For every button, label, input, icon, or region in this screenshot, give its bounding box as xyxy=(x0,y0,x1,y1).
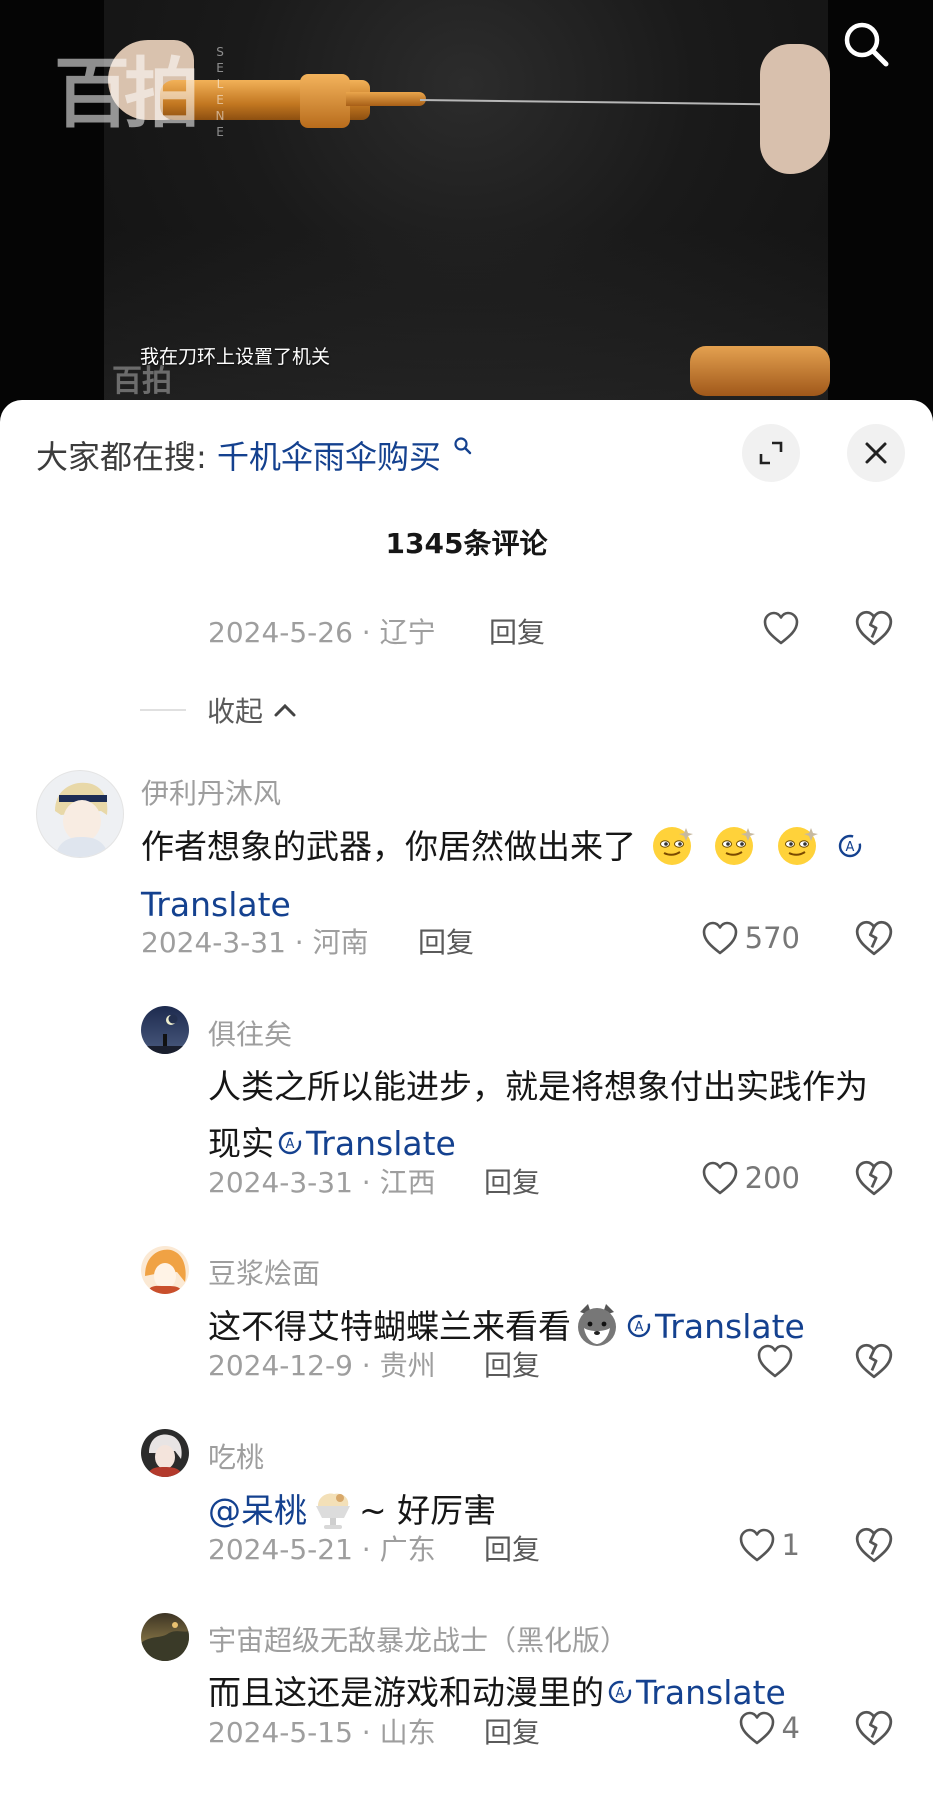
reply-button[interactable]: 回复 xyxy=(484,1344,540,1384)
expand-icon xyxy=(759,441,783,465)
video-watermark-side-text: SELENE xyxy=(215,45,225,139)
like-button[interactable]: 570 xyxy=(640,918,800,958)
reply-username[interactable]: 宇宙超级无敌暴龙战士（黑化版） xyxy=(208,1619,628,1659)
collapse-label: 收起 xyxy=(207,695,264,728)
svg-text:A: A xyxy=(286,1137,295,1152)
video-second-handle xyxy=(690,346,830,396)
translate-icon: A xyxy=(838,834,862,857)
previous-reply-button[interactable]: 回复 xyxy=(489,611,545,651)
dislike-icon[interactable] xyxy=(854,1708,894,1748)
smirk-emoji-icon xyxy=(777,826,818,865)
avatar[interactable] xyxy=(141,1613,189,1661)
dislike-icon[interactable] xyxy=(854,1158,894,1198)
avatar[interactable] xyxy=(141,1246,189,1294)
translate-icon: A xyxy=(627,1314,651,1337)
translate-link[interactable]: A Translate xyxy=(604,1673,786,1712)
avatar-moon-image xyxy=(141,1014,189,1054)
like-count: 570 xyxy=(744,921,800,955)
reply-username[interactable]: 吃桃 xyxy=(208,1436,264,1476)
dislike-icon[interactable] xyxy=(854,608,894,648)
reply-username[interactable]: 豆浆烩面 xyxy=(208,1252,320,1292)
translate-label: Translate xyxy=(306,1124,456,1163)
dislike-icon[interactable] xyxy=(854,918,894,958)
previous-like-button[interactable] xyxy=(700,608,800,648)
search-icon xyxy=(844,22,889,67)
svg-text:A: A xyxy=(616,1686,625,1701)
search-icon xyxy=(454,437,472,455)
translate-label: Translate xyxy=(636,1673,786,1712)
like-count: 1 xyxy=(781,1528,800,1562)
comment-count-title: 1345条评论 xyxy=(385,527,548,560)
dislike-icon[interactable] xyxy=(854,1341,894,1381)
avatar-anime-image xyxy=(145,1249,186,1294)
smirk-emoji-icon xyxy=(652,826,693,865)
search-button[interactable] xyxy=(838,16,894,72)
reply-date-location: 2024-3-31 · 江西 xyxy=(208,1166,436,1199)
translate-link[interactable]: A Translate xyxy=(274,1124,456,1163)
heart-icon xyxy=(739,1711,774,1745)
reply-date-location: 2024-12-9 · 贵州 xyxy=(208,1349,436,1382)
heart-icon xyxy=(757,1344,793,1378)
previous-date-location: 2024-5-26 · 辽宁 xyxy=(208,616,436,649)
video-blade-tip xyxy=(346,92,426,106)
chevron-up-icon xyxy=(274,703,296,717)
reply-body: 而且这还是游戏和动漫里的 xyxy=(208,1673,604,1712)
video-subtitle: 我在刀环上设置了机关 xyxy=(140,346,331,368)
reply-date-location: 2024-5-15 · 山东 xyxy=(208,1716,436,1749)
close-button[interactable] xyxy=(847,424,905,482)
avatar[interactable] xyxy=(141,1429,189,1477)
avatar[interactable] xyxy=(141,1006,189,1054)
reply-date-location: 2024-5-21 · 广东 xyxy=(208,1533,436,1566)
husky-emoji-icon xyxy=(578,1303,616,1346)
collapse-divider xyxy=(140,709,186,711)
like-button[interactable] xyxy=(700,1341,800,1381)
like-button[interactable]: 4 xyxy=(700,1708,800,1748)
video-watermark-logo: 百拍 xyxy=(54,49,200,138)
heart-icon xyxy=(702,1161,737,1195)
mention-link[interactable]: @呆桃 xyxy=(208,1491,307,1530)
like-button[interactable]: 1 xyxy=(700,1525,800,1565)
avatar-portrait xyxy=(55,782,109,857)
collapse-button[interactable]: 收起 xyxy=(207,690,298,730)
svg-text:A: A xyxy=(635,1320,644,1335)
hot-search-prefix: 大家都在搜: xyxy=(36,438,207,476)
heart-icon xyxy=(763,611,799,645)
reply-body: ~ 好厉害 xyxy=(359,1491,497,1530)
svg-text:A: A xyxy=(846,840,855,855)
like-button[interactable]: 200 xyxy=(640,1158,800,1198)
close-icon xyxy=(865,442,887,464)
hot-search-bar[interactable]: 大家都在搜: 千机伞雨伞购买 xyxy=(36,432,473,478)
comment-username[interactable]: 伊利丹沐风 xyxy=(141,772,281,812)
video-blade-guard xyxy=(300,74,350,128)
video-hand-right xyxy=(760,44,830,174)
like-count: 4 xyxy=(781,1711,800,1745)
reply-text: 人类之所以能进步，就是将想象付出实践作为现实 A Translate xyxy=(208,1058,888,1172)
translate-label: Translate xyxy=(141,884,291,924)
heart-icon xyxy=(702,921,737,955)
like-count: 200 xyxy=(744,1161,800,1195)
reply-button[interactable]: 回复 xyxy=(484,1528,540,1568)
reply-username[interactable]: 俱往矣 xyxy=(208,1013,292,1053)
ice-cream-emoji-icon xyxy=(316,1493,350,1529)
translate-icon: A xyxy=(278,1131,302,1154)
smirk-emoji-icon xyxy=(715,826,755,865)
comment-text: 作者想象的武器，你居然做出来了 A Translate xyxy=(141,818,891,933)
reply-button[interactable]: 回复 xyxy=(484,1161,540,1201)
reply-button[interactable]: 回复 xyxy=(484,1711,540,1751)
comment-body: 作者想象的武器，你居然做出来了 xyxy=(141,827,636,866)
avatar-character-image xyxy=(147,1434,183,1477)
video-player[interactable]: 百拍 SELENE 百拍 我在刀环上设置了机关 xyxy=(0,0,933,420)
reply-body: 这不得艾特蝴蝶兰来看看 xyxy=(208,1307,571,1346)
hot-search-query[interactable]: 千机伞雨伞购买 xyxy=(217,438,441,476)
translate-icon: A xyxy=(608,1680,632,1703)
heart-icon xyxy=(739,1528,774,1562)
dislike-icon[interactable] xyxy=(854,1525,894,1565)
comment-sheet: 大家都在搜: 千机伞雨伞购买 1345条评论 2024-5-26 · 辽宁 回复… xyxy=(0,400,933,1800)
avatar-landscape-image xyxy=(141,1622,189,1661)
reply-button[interactable]: 回复 xyxy=(418,921,474,961)
comment-date-location: 2024-3-31 · 河南 xyxy=(141,926,369,959)
avatar[interactable] xyxy=(36,770,124,858)
expand-button[interactable] xyxy=(742,424,800,482)
